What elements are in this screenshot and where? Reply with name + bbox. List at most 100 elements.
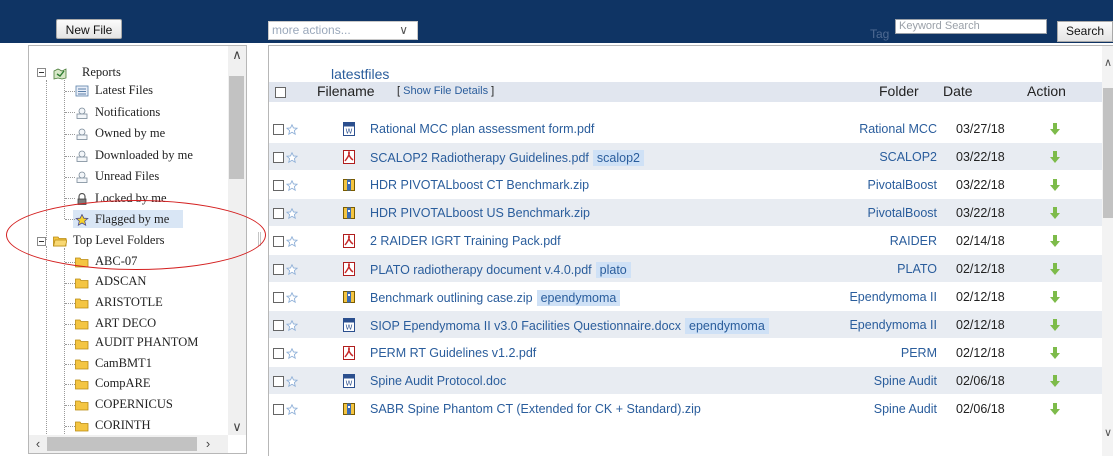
file-name-link[interactable]: 2 RAIDER IGRT Training Pack.pdf [370,234,561,248]
favorite-star-icon[interactable] [286,320,298,332]
file-name-link[interactable]: PERM RT Guidelines v1.2.pdf [370,346,536,360]
folder-link[interactable]: Rational MCC [859,122,937,136]
row-checkbox[interactable] [273,236,284,247]
folder-link[interactable]: PERM [901,346,937,360]
folder-link[interactable]: PivotalBoost [868,178,937,192]
file-name-link[interactable]: Rational MCC plan assessment form.pdf [370,122,594,136]
new-file-button[interactable]: New File [56,19,122,39]
download-arrow-icon[interactable] [1050,179,1060,191]
collapse-reports-toggle[interactable] [37,68,46,77]
scroll-thumb[interactable] [47,437,197,451]
favorite-star-icon[interactable] [286,124,298,136]
file-tag-chip[interactable]: scalop2 [592,150,644,166]
tree-horizontal-scrollbar[interactable]: ‹ › [29,435,228,453]
table-row[interactable]: SABR Spine Phantom CT (Extended for CK +… [269,395,1102,423]
folder-link[interactable]: Spine Audit [874,374,937,388]
file-name-link[interactable]: HDR PIVOTALboost US Benchmark.zip [370,206,590,220]
table-row[interactable]: W Spine Audit Protocol.doc Spine Audit 0… [269,367,1102,395]
more-actions-select[interactable]: more actions... ∨ [268,21,418,40]
favorite-star-icon[interactable] [286,264,298,276]
show-file-details-label[interactable]: Show File Details [403,85,488,97]
download-arrow-icon[interactable] [1050,347,1060,359]
row-checkbox[interactable] [273,404,284,415]
file-name-text[interactable]: SCALOP2 Radiotherapy Guidelines.pdf [370,151,589,165]
file-name-link[interactable]: HDR PIVOTALboost CT Benchmark.zip [370,178,589,192]
favorite-star-icon[interactable] [286,376,298,388]
favorite-star-icon[interactable] [286,152,298,164]
column-folder[interactable]: Folder [879,83,919,99]
row-checkbox[interactable] [273,348,284,359]
scroll-thumb[interactable] [229,76,244,179]
folder-link[interactable]: RAIDER [890,234,937,248]
file-tag-chip[interactable]: plato [595,262,631,278]
download-arrow-icon[interactable] [1050,319,1060,331]
download-arrow-icon[interactable] [1050,403,1060,415]
file-name-text[interactable]: PLATO radiotherapy document v.4.0.pdf [370,263,592,277]
column-filename[interactable]: Filename [317,83,375,99]
tree-vertical-scrollbar[interactable]: ∧ ∨ [228,46,246,435]
row-checkbox[interactable] [273,320,284,331]
download-arrow-icon[interactable] [1050,235,1060,247]
file-name-text[interactable]: Rational MCC plan assessment form.pdf [370,122,594,136]
search-button[interactable]: Search [1057,21,1113,42]
download-arrow-icon[interactable] [1050,263,1060,275]
download-arrow-icon[interactable] [1050,207,1060,219]
download-arrow-icon[interactable] [1050,123,1060,135]
row-checkbox[interactable] [273,264,284,275]
table-row[interactable]: W Rational MCC plan assessment form.pdf … [269,115,1102,143]
row-checkbox[interactable] [273,292,284,303]
scroll-down-icon[interactable]: ∨ [1102,426,1113,439]
scroll-right-icon[interactable]: › [199,435,217,453]
file-name-text[interactable]: SIOP Ependymoma II v3.0 Facilities Quest… [370,319,681,333]
folder-link[interactable]: SCALOP2 [879,150,937,164]
favorite-star-icon[interactable] [286,404,298,416]
table-row[interactable]: PERM RT Guidelines v1.2.pdf PERM 02/12/1… [269,339,1102,367]
table-row[interactable]: 2 RAIDER IGRT Training Pack.pdf RAIDER 0… [269,227,1102,255]
panel-splitter-handle[interactable] [258,232,261,246]
row-checkbox[interactable] [273,180,284,191]
table-row[interactable]: HDR PIVOTALboost CT Benchmark.zip Pivota… [269,171,1102,199]
file-tag-chip[interactable]: ependymoma [536,290,621,306]
collapse-top-folders-toggle[interactable] [37,237,46,246]
table-row[interactable]: SCALOP2 Radiotherapy Guidelines.pdf scalo… [269,143,1102,171]
favorite-star-icon[interactable] [286,348,298,360]
scroll-thumb[interactable] [1103,88,1113,218]
table-row[interactable]: Benchmark outlining case.zip ependymoma E… [269,283,1102,311]
scroll-up-icon[interactable]: ∧ [228,46,246,63]
row-checkbox[interactable] [273,124,284,135]
table-row[interactable]: W SIOP Ependymoma II v3.0 Facilities Que… [269,311,1102,339]
row-checkbox[interactable] [273,152,284,163]
scroll-down-icon[interactable]: ∨ [228,418,246,435]
favorite-star-icon[interactable] [286,236,298,248]
file-name-link[interactable]: Benchmark outlining case.zip ependymoma [370,290,621,306]
folder-link[interactable]: Ependymoma II [849,318,937,332]
download-arrow-icon[interactable] [1050,375,1060,387]
favorite-star-icon[interactable] [286,292,298,304]
file-name-link[interactable]: SABR Spine Phantom CT (Extended for CK +… [370,402,701,416]
file-name-text[interactable]: HDR PIVOTALboost CT Benchmark.zip [370,178,589,192]
favorite-star-icon[interactable] [286,208,298,220]
table-row[interactable]: PLATO radiotherapy document v.4.0.pdf pla… [269,255,1102,283]
row-checkbox[interactable] [273,376,284,387]
file-list-vertical-scrollbar[interactable]: ∧ ∨ [1102,46,1113,456]
select-all-checkbox[interactable] [275,87,286,98]
scroll-left-icon[interactable]: ‹ [29,435,47,453]
keyword-search-input[interactable]: Keyword Search [895,19,1047,34]
file-name-link[interactable]: Spine Audit Protocol.doc [370,374,506,388]
folder-link[interactable]: PivotalBoost [868,206,937,220]
favorite-star-icon[interactable] [286,180,298,192]
file-name-link[interactable]: SCALOP2 Radiotherapy Guidelines.pdf scalo… [370,150,644,166]
file-name-text[interactable]: SABR Spine Phantom CT (Extended for CK +… [370,402,701,416]
download-arrow-icon[interactable] [1050,291,1060,303]
folder-link[interactable]: Spine Audit [874,402,937,416]
file-name-text[interactable]: PERM RT Guidelines v1.2.pdf [370,346,536,360]
file-name-link[interactable]: PLATO radiotherapy document v.4.0.pdf pla… [370,262,631,278]
table-row[interactable]: HDR PIVOTALboost US Benchmark.zip Pivota… [269,199,1102,227]
file-tag-chip[interactable]: ependymoma [685,318,769,334]
file-name-link[interactable]: SIOP Ependymoma II v3.0 Facilities Quest… [370,318,769,334]
show-file-details-link[interactable]: [ Show File Details ] [397,85,494,97]
file-name-text[interactable]: HDR PIVOTALboost US Benchmark.zip [370,206,590,220]
folder-link[interactable]: PLATO [897,262,937,276]
row-checkbox[interactable] [273,208,284,219]
scroll-up-icon[interactable]: ∧ [1102,56,1113,69]
